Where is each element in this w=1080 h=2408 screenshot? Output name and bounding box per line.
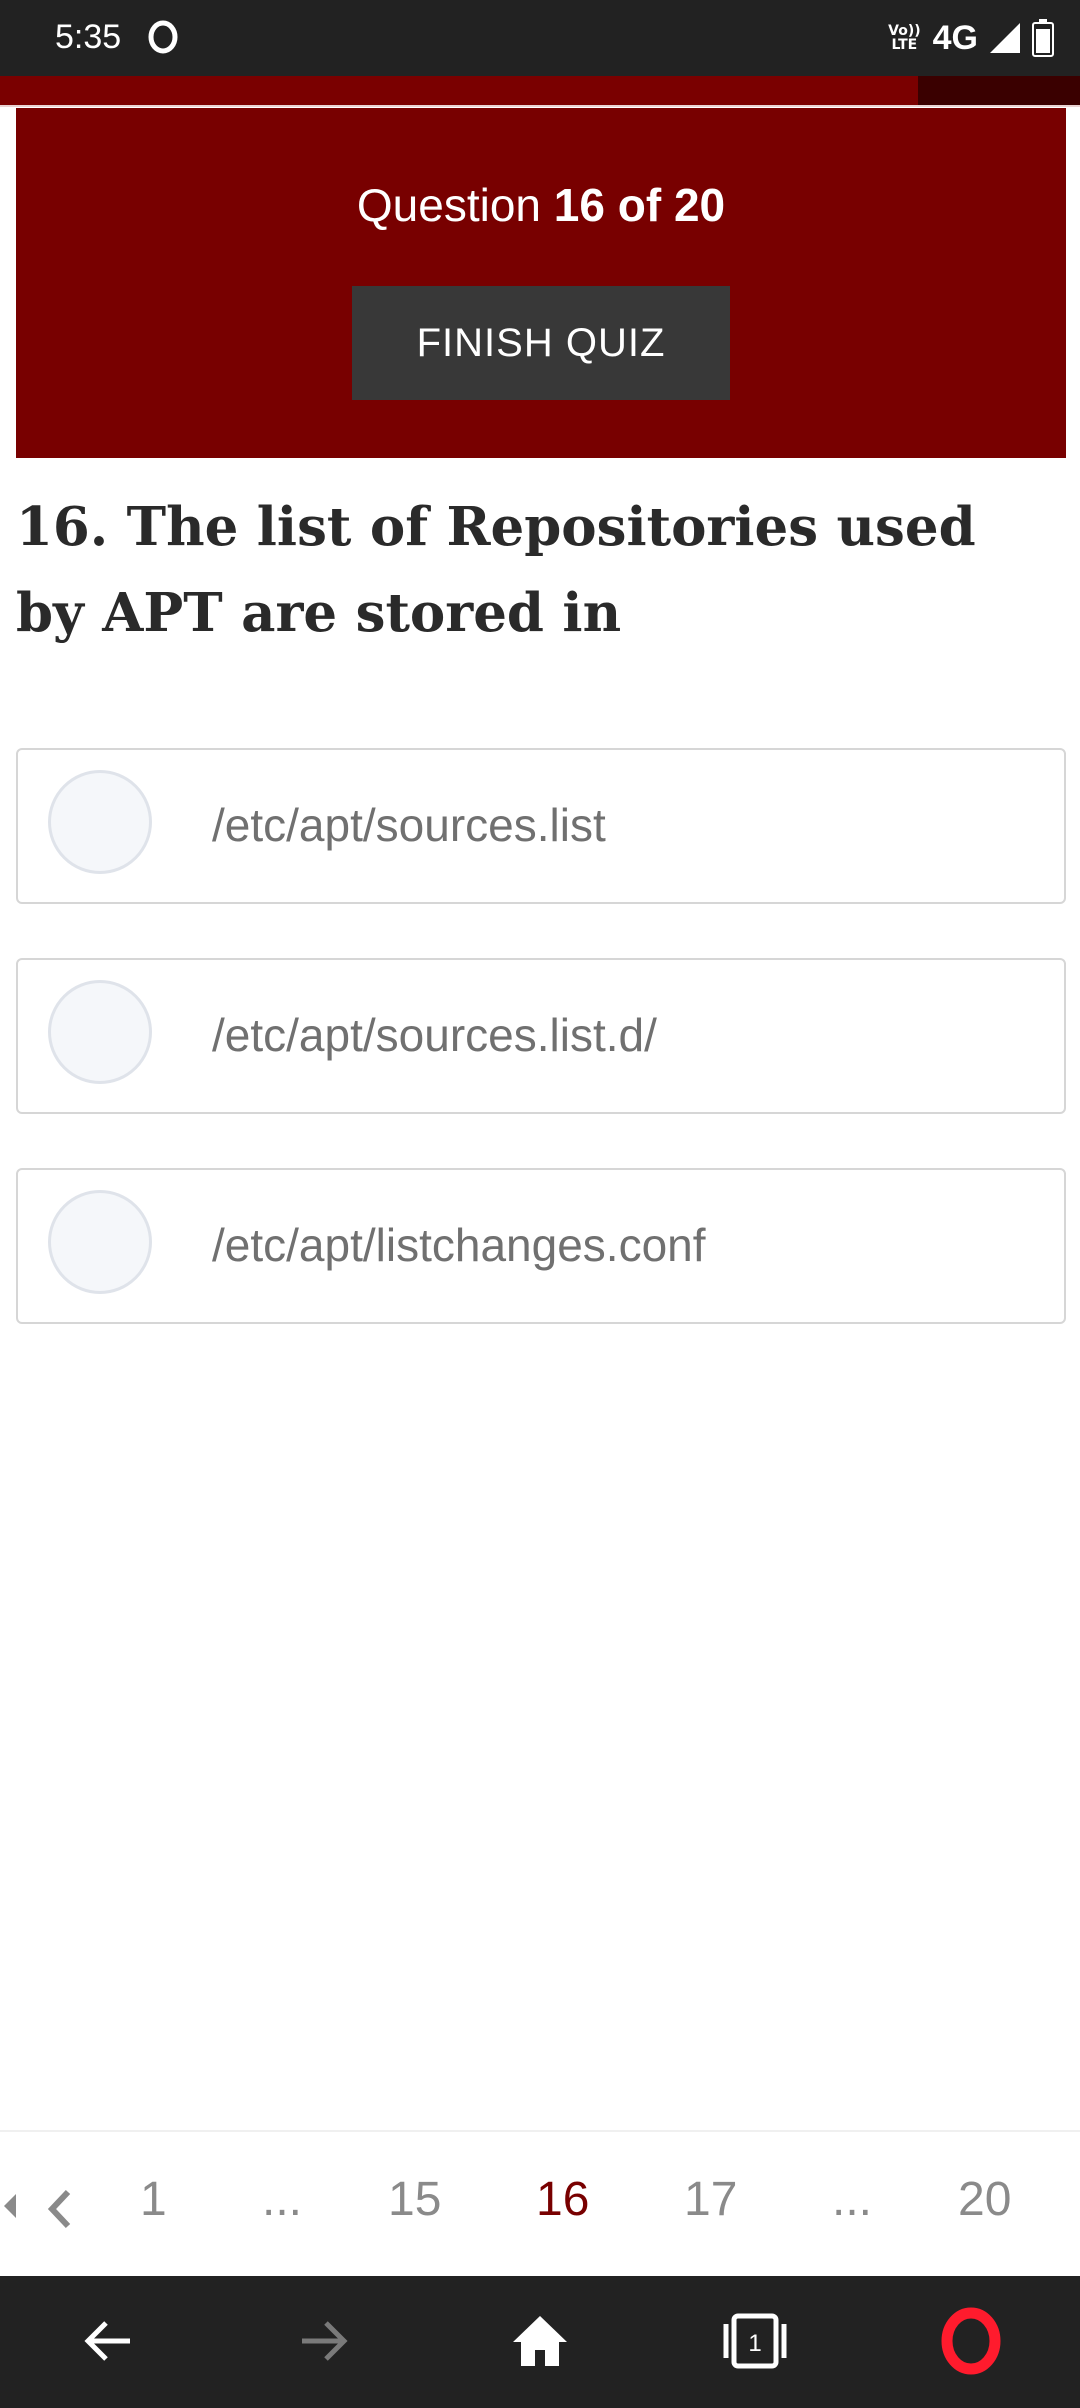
forward-arrow-icon[interactable] <box>288 2306 358 2376</box>
volte-icon: Vo)) LTE <box>888 23 921 53</box>
page-link-1[interactable]: 1 <box>140 2172 167 2227</box>
pagination: 1 ... 15 16 17 ... 20 <box>0 2166 1080 2256</box>
radio-button[interactable] <box>48 770 152 874</box>
signal-icon <box>990 23 1020 53</box>
status-indicators: Vo)) LTE 4G <box>888 14 1054 62</box>
network-type: 4G <box>932 18 978 57</box>
answer-option[interactable]: /etc/apt/sources.list.d/ <box>16 958 1066 1114</box>
status-time: 5:35 <box>55 18 122 56</box>
page-ellipsis: ... <box>832 2173 873 2226</box>
progress-divider <box>0 105 1080 107</box>
pagination-divider <box>0 2130 1080 2132</box>
first-page-icon[interactable] <box>4 2194 16 2218</box>
svg-text:1: 1 <box>748 2330 761 2357</box>
answer-option-label: /etc/apt/sources.list <box>212 799 606 851</box>
page-link-15[interactable]: 15 <box>388 2172 441 2227</box>
question-text: 16. The list of Repositories used by APT… <box>16 496 976 644</box>
answer-option[interactable]: /etc/apt/listchanges.conf <box>16 1168 1066 1324</box>
battery-icon <box>1032 19 1054 57</box>
opera-status-icon <box>148 20 178 54</box>
answer-option-label: /etc/apt/listchanges.conf <box>212 1219 706 1271</box>
quiz-progress-fill <box>0 76 918 106</box>
quiz-progress-bar <box>0 76 1080 106</box>
back-arrow-icon[interactable] <box>74 2306 144 2376</box>
status-bar: 5:35 Vo)) LTE 4G <box>0 0 1080 76</box>
radio-button[interactable] <box>48 1190 152 1294</box>
page-link-20[interactable]: 20 <box>958 2172 1011 2227</box>
page-link-17[interactable]: 17 <box>684 2172 737 2227</box>
quiz-header: Question 16 of 20 FINISH QUIZ <box>16 108 1066 458</box>
browser-bottom-nav: 1 <box>0 2276 1080 2408</box>
question-counter: Question 16 of 20 <box>356 179 726 231</box>
answer-option-label: /etc/apt/sources.list.d/ <box>212 1009 657 1061</box>
previous-page-icon[interactable] <box>44 2186 74 2232</box>
answer-option[interactable]: /etc/apt/sources.list <box>16 748 1066 904</box>
finish-quiz-button[interactable]: FINISH QUIZ <box>352 286 730 400</box>
page-ellipsis: ... <box>262 2173 303 2226</box>
opera-menu-icon[interactable] <box>936 2306 1006 2376</box>
home-icon[interactable] <box>505 2306 575 2376</box>
page-link-16-current[interactable]: 16 <box>536 2172 589 2227</box>
tabs-icon[interactable]: 1 <box>720 2306 790 2376</box>
radio-button[interactable] <box>48 980 152 1084</box>
